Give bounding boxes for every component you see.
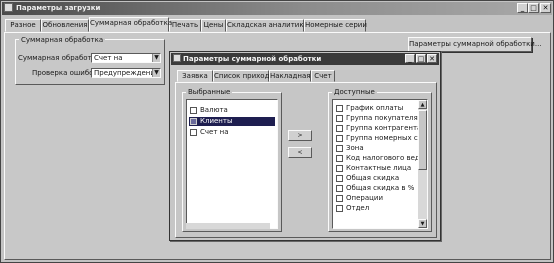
tab-updates[interactable]: Обновления	[41, 19, 89, 32]
dialog-title: Параметры суммарной обработки	[183, 55, 322, 63]
list-item[interactable]: График оплаты	[335, 104, 403, 113]
list-item[interactable]: Операции	[335, 194, 383, 203]
dialog-tab-arrival-list[interactable]: Список прихода	[213, 70, 274, 82]
summary-select[interactable]: Счет на ▼	[91, 53, 161, 63]
checkbox[interactable]	[336, 205, 343, 212]
list-item[interactable]: Валюта	[189, 106, 228, 115]
tab-misc[interactable]: Разное	[5, 19, 41, 32]
checkbox[interactable]	[336, 115, 343, 122]
checkbox[interactable]	[336, 185, 343, 192]
summary-select-value: Счет на	[94, 54, 123, 62]
selected-title: Выбранные	[186, 88, 233, 96]
checkbox[interactable]	[190, 107, 197, 114]
checkbox[interactable]	[336, 155, 343, 162]
list-item[interactable]: Зона	[335, 144, 364, 153]
list-item[interactable]: Группа номерных сер	[335, 134, 426, 143]
available-scrollbar[interactable]: ▲ ▼	[418, 100, 427, 228]
checkbox[interactable]	[336, 145, 343, 152]
main-window: Параметры загрузки _ □ ✕ Разное Обновлен…	[0, 0, 554, 263]
dialog-tab-order[interactable]: Заявка	[177, 70, 213, 82]
dialog-close-button[interactable]: ✕	[427, 54, 437, 63]
tab-prices[interactable]: Цены	[201, 19, 226, 32]
checkbox[interactable]	[336, 165, 343, 172]
field1-label: Суммарная обработка	[18, 54, 101, 62]
selected-hscrollbar[interactable]	[186, 223, 270, 229]
list-item[interactable]: Отдел	[335, 204, 369, 213]
chevron-down-icon[interactable]: ▼	[152, 69, 160, 77]
dialog-minimize-button[interactable]: _	[405, 54, 415, 63]
list-item[interactable]: Общая скидка	[335, 174, 399, 183]
main-title-bar: Параметры загрузки _ □ ✕	[2, 2, 552, 15]
list-item[interactable]: Группа покупателя	[335, 114, 418, 123]
move-left-button[interactable]: <	[288, 147, 312, 158]
tab-warehouse-analytics[interactable]: Складская аналитика	[226, 19, 308, 32]
list-item[interactable]: Общая скидка в %	[335, 184, 414, 193]
list-item[interactable]: Клиенты	[189, 117, 275, 126]
list-item[interactable]: Группа контрагента	[335, 124, 421, 133]
checkbox[interactable]	[190, 118, 197, 125]
error-check-select[interactable]: Предупреждение ▼	[91, 68, 161, 78]
checkbox[interactable]	[190, 129, 197, 136]
scroll-up-icon[interactable]: ▲	[418, 100, 427, 109]
checkbox[interactable]	[336, 125, 343, 132]
params-dialog: Параметры суммарной обработки _ □ ✕ Заяв…	[169, 51, 441, 241]
maximize-button[interactable]: □	[528, 3, 539, 13]
close-button[interactable]: ✕	[540, 3, 551, 13]
summary-group: Суммарная обработка Суммарная обработка …	[15, 36, 165, 85]
available-title: Доступные	[332, 88, 377, 96]
checkbox[interactable]	[336, 135, 343, 142]
chevron-down-icon[interactable]: ▼	[152, 54, 160, 62]
scroll-down-icon[interactable]: ▼	[418, 219, 427, 228]
tab-serial-numbers[interactable]: Номерные серии	[304, 19, 367, 32]
checkbox[interactable]	[336, 175, 343, 182]
app-icon	[4, 3, 13, 12]
selected-list[interactable]: Валюта Клиенты Счет на	[186, 99, 278, 229]
tab-print[interactable]: Печать	[169, 19, 201, 32]
available-list[interactable]: График оплаты Группа покупателя Группа к…	[332, 99, 428, 229]
move-right-button[interactable]: >	[288, 130, 312, 141]
list-item[interactable]: Контактные лица	[335, 164, 411, 173]
dialog-tab-invoice[interactable]: Накладная	[269, 70, 311, 82]
error-check-value: Предупреждение	[94, 69, 160, 77]
checkbox[interactable]	[336, 195, 343, 202]
dialog-icon	[173, 54, 181, 62]
tab-summary-processing[interactable]: Суммарная обработка	[89, 17, 172, 32]
dialog-maximize-button[interactable]: □	[416, 54, 426, 63]
scroll-thumb[interactable]	[418, 110, 427, 170]
window-title: Параметры загрузки	[16, 4, 101, 12]
dialog-tab-bill[interactable]: Счет	[311, 70, 335, 82]
field2-label: Проверка ошибок	[32, 69, 98, 77]
list-item[interactable]: Счет на	[189, 128, 229, 137]
group-title: Суммарная обработка	[19, 36, 106, 44]
minimize-button[interactable]: _	[517, 3, 528, 13]
list-item[interactable]: Код налогового ведомства	[335, 154, 427, 163]
dialog-title-bar: Параметры суммарной обработки _ □ ✕	[171, 53, 439, 65]
checkbox[interactable]	[336, 105, 343, 112]
summary-params-button[interactable]: Параметры суммарной обработки...	[408, 37, 542, 52]
